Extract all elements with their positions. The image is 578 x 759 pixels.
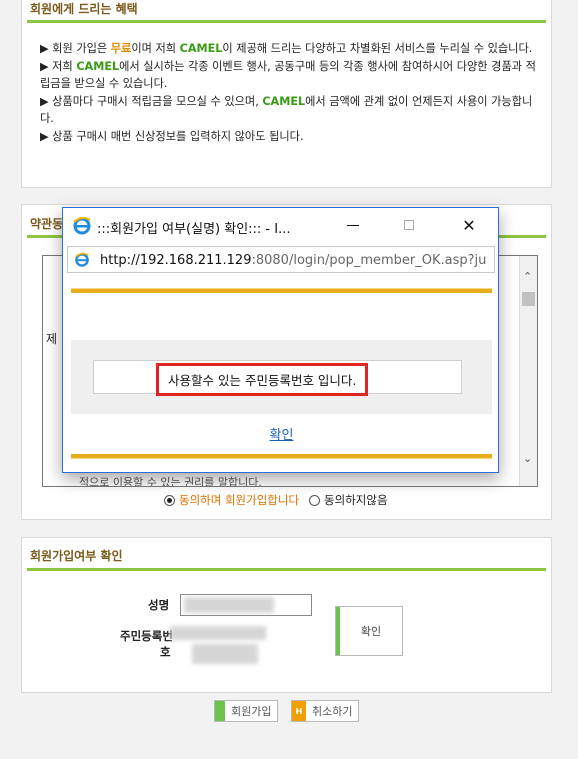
rrn-label: 주민등록번 <box>120 629 173 643</box>
check-button[interactable]: 확인 <box>335 606 403 656</box>
benefit-list: ▶ 회원 가입은 무료이며 저희 CAMEL이 제공해 드리는 다양하고 차별화… <box>40 40 536 145</box>
disagree-label[interactable]: 동의하지않음 <box>324 492 387 508</box>
divider <box>27 20 546 23</box>
agreement-options: 동의하며 회원가입합니다 동의하지않음 <box>164 492 388 508</box>
agree-label[interactable]: 동의하며 회원가입합니다 <box>179 492 299 508</box>
close-icon: ✕ <box>462 215 476 235</box>
membership-check-panel: 회원가입여부 확인 성명 주민등록번 호 확인 <box>21 537 552 693</box>
maximize-icon <box>404 220 414 230</box>
terms-scrollbar[interactable]: ⌃ ⌄ <box>519 256 537 486</box>
maximize-button[interactable] <box>393 213 425 237</box>
gold-divider-top <box>71 288 492 293</box>
disagree-radio[interactable] <box>309 494 321 506</box>
address-bar[interactable]: http://192.168.211.129:8080/login/pop_me… <box>67 246 495 273</box>
terms-tail-text: 적으로 이용할 수 있는 권리를 말합니다. <box>79 476 262 487</box>
popup-title: :::회원가입 여부(실명) 확인::: - I... <box>97 222 291 237</box>
popup-titlebar[interactable]: :::회원가입 여부(실명) 확인::: - I... ✕ <box>63 208 498 242</box>
benefit-item: ▶ 저희 CAMEL에서 실시하는 각종 이벤트 행사, 공동구매 등의 각종 … <box>40 59 536 91</box>
minimize-icon <box>347 224 359 226</box>
name-label: 성명 <box>148 598 170 612</box>
terms-title: 약관동 <box>30 217 64 231</box>
check-button-label: 확인 <box>360 625 382 638</box>
divider <box>27 568 546 571</box>
message-box: 사용할수 있는 주민등록번호 입니다. <box>93 360 462 396</box>
cancel-badge: H <box>292 701 306 721</box>
benefit-item: ▶ 상품 구매시 매번 신상정보를 입력하지 않아도 됩니다. <box>40 129 304 143</box>
rrn-label-cont: 호 <box>160 645 171 659</box>
redacted-rrn <box>192 644 258 664</box>
terms-text: 제 <box>46 332 58 346</box>
benefits-panel: 회원에게 드리는 혜택 ▶ 회원 가입은 무료이며 저희 CAMEL이 제공해 … <box>21 0 552 188</box>
scroll-up-icon[interactable]: ⌃ <box>523 270 532 283</box>
ie-icon <box>73 216 91 235</box>
gold-divider-bottom <box>71 454 492 459</box>
benefit-item: ▶ 상품마다 구매시 적립금을 모으실 수 있으며, CAMEL에서 금액에 관… <box>40 94 533 126</box>
ok-link[interactable]: 확인 <box>71 424 492 443</box>
cancel-button[interactable]: H 취소하기 <box>291 700 360 722</box>
agree-radio[interactable] <box>164 494 175 506</box>
rrn-input[interactable] <box>170 626 266 640</box>
cancel-button-label: 취소하기 <box>312 705 353 718</box>
redacted-name <box>184 597 274 613</box>
minimize-button[interactable] <box>337 213 369 237</box>
popup-window: :::회원가입 여부(실명) 확인::: - I... ✕ http://192… <box>62 207 499 473</box>
url-text: http://192.168.211.129:8080/login/pop_me… <box>100 253 487 268</box>
scroll-thumb[interactable] <box>522 292 535 306</box>
availability-message: 사용할수 있는 주민등록번호 입니다. <box>156 363 369 396</box>
button-accent <box>215 701 225 721</box>
popup-content: 사용할수 있는 주민등록번호 입니다. 확인 <box>71 286 492 464</box>
benefits-title: 회원에게 드리는 혜택 <box>30 2 138 16</box>
join-button[interactable]: 회원가입 <box>214 700 279 722</box>
scroll-down-icon[interactable]: ⌄ <box>523 452 532 465</box>
ie-icon <box>75 252 89 267</box>
benefit-item: ▶ 회원 가입은 무료이며 저희 CAMEL이 제공해 드리는 다양하고 차별화… <box>40 42 533 55</box>
join-button-label: 회원가입 <box>231 705 272 718</box>
close-button[interactable]: ✕ <box>453 213 485 237</box>
membership-check-title: 회원가입여부 확인 <box>30 549 123 563</box>
